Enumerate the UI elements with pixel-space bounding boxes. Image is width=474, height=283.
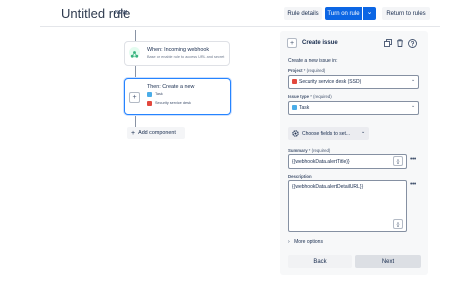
trigger-subtitle: Base or enable rule to access URL and se… [147, 55, 225, 59]
issue-type-select[interactable]: Task [288, 101, 419, 115]
description-label-text: Description [288, 174, 312, 179]
add-component-button[interactable]: + Add component [127, 127, 185, 139]
project-required: * (required) [303, 68, 326, 73]
summary-label: Summary * (required) [288, 148, 330, 153]
action-issue-type: Task [155, 92, 163, 96]
more-options-label: More options [294, 239, 323, 245]
plus-icon: + [129, 92, 140, 103]
turn-on-rule-button[interactable]: Turn on rule [325, 7, 362, 20]
turn-on-options-button[interactable]: ⌄ [363, 7, 376, 20]
help-icon[interactable] [408, 39, 417, 48]
next-button[interactable]: Next [355, 255, 421, 268]
chevron-down-icon: ⌄ [411, 103, 416, 109]
plus-icon: + [287, 38, 297, 48]
description-textarea[interactable]: {{webhookData.alertDetailURL}} [288, 180, 407, 232]
project-icon [292, 79, 297, 84]
task-icon [147, 92, 152, 97]
panel-title: Create issue [302, 40, 338, 46]
create-issue-subtitle: Create a new issue in: [288, 58, 338, 64]
flow-connector [135, 66, 136, 78]
add-component-label: Add component [138, 130, 176, 136]
more-options-toggle[interactable]: › More options [288, 239, 323, 245]
flow-connector [135, 30, 136, 41]
action-card-create-issue[interactable]: Then: Create a new Task Security service… [124, 78, 231, 115]
chevron-down-icon: ⌄ [361, 129, 366, 135]
back-button[interactable]: Back [288, 255, 352, 268]
action-project: Security service desk [155, 101, 191, 105]
webhook-icon [129, 47, 140, 58]
chevron-down-icon: ⌄ [366, 9, 373, 16]
project-select[interactable]: Security service desk (SSD) [288, 75, 419, 89]
more-icon[interactable]: ••• [410, 156, 416, 163]
project-icon [147, 101, 152, 106]
copy-icon[interactable] [384, 39, 392, 47]
project-label: Project * (required) [288, 68, 325, 73]
summary-value: {{webhookData.alertTitle}} [292, 158, 350, 165]
more-icon[interactable]: ••• [410, 181, 416, 188]
project-select-value: Security service desk (SSD) [299, 79, 362, 85]
automation-rule-editor: Untitled rule NEW Rule details Turn on r… [0, 0, 474, 283]
smart-value-icon[interactable]: {} [393, 156, 403, 166]
summary-input[interactable]: {{webhookData.alertTitle}} [288, 154, 407, 169]
flow-connector [135, 115, 136, 127]
new-badge: NEW [115, 10, 128, 16]
trigger-title: When: Incoming webhook [147, 47, 210, 53]
choose-fields-button[interactable]: Choose fields to set... ⌄ [288, 127, 369, 140]
summary-label-text: Summary [288, 148, 308, 153]
task-icon [292, 105, 297, 110]
description-value: {{webhookData.alertDetailURL}} [292, 184, 364, 190]
chevron-right-icon: › [288, 239, 290, 245]
choose-fields-label: Choose fields to set... [302, 131, 351, 137]
issue-type-select-value: Task [299, 105, 310, 111]
plus-icon: + [131, 129, 136, 137]
gear-icon [292, 130, 299, 137]
description-label: Description [288, 174, 312, 179]
issue-type-label: Issue type * (required) [288, 94, 332, 99]
smart-value-icon[interactable]: {} [393, 219, 403, 229]
issue-type-label-text: Issue type [288, 94, 310, 99]
trash-icon[interactable] [396, 39, 404, 47]
project-label-text: Project [288, 68, 303, 73]
return-to-rules-button[interactable]: Return to rules [382, 7, 430, 20]
summary-required: * (required) [308, 148, 331, 153]
rule-details-button[interactable]: Rule details [284, 7, 322, 20]
chevron-down-icon: ⌄ [411, 77, 416, 83]
issue-type-required: * (required) [310, 94, 332, 99]
action-title: Then: Create a new [147, 84, 195, 90]
component-config-panel: + Create issue Create a new issue in: Pr… [280, 31, 428, 275]
